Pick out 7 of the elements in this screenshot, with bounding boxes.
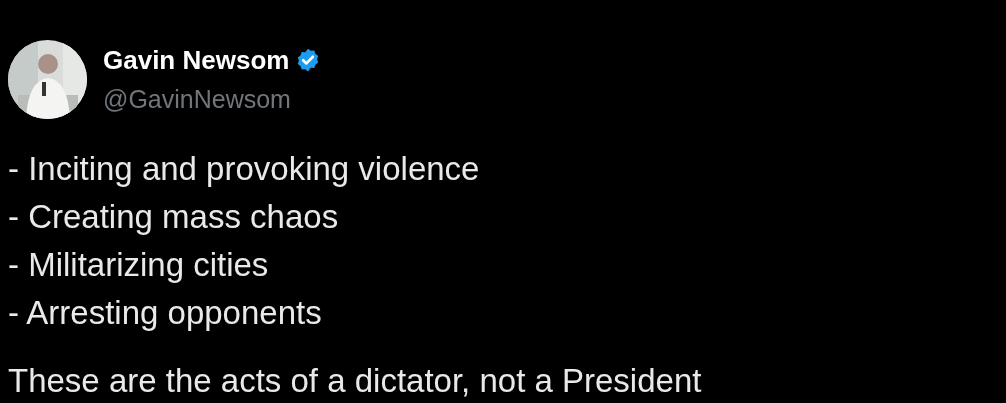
tweet-text: - Creating mass chaos — [8, 197, 340, 237]
author-handle[interactable]: @GavinNewsom — [103, 84, 322, 114]
tweet-text: - Militarizing cities — [8, 245, 270, 285]
tweet-text: - Inciting and provoking violence — [8, 149, 481, 189]
tweet-text: - Arresting opponents — [8, 293, 323, 333]
tweet-text: These are the acts of a dictator, not a President — [8, 362, 702, 399]
author-name[interactable]: Gavin Newsom — [103, 44, 290, 76]
